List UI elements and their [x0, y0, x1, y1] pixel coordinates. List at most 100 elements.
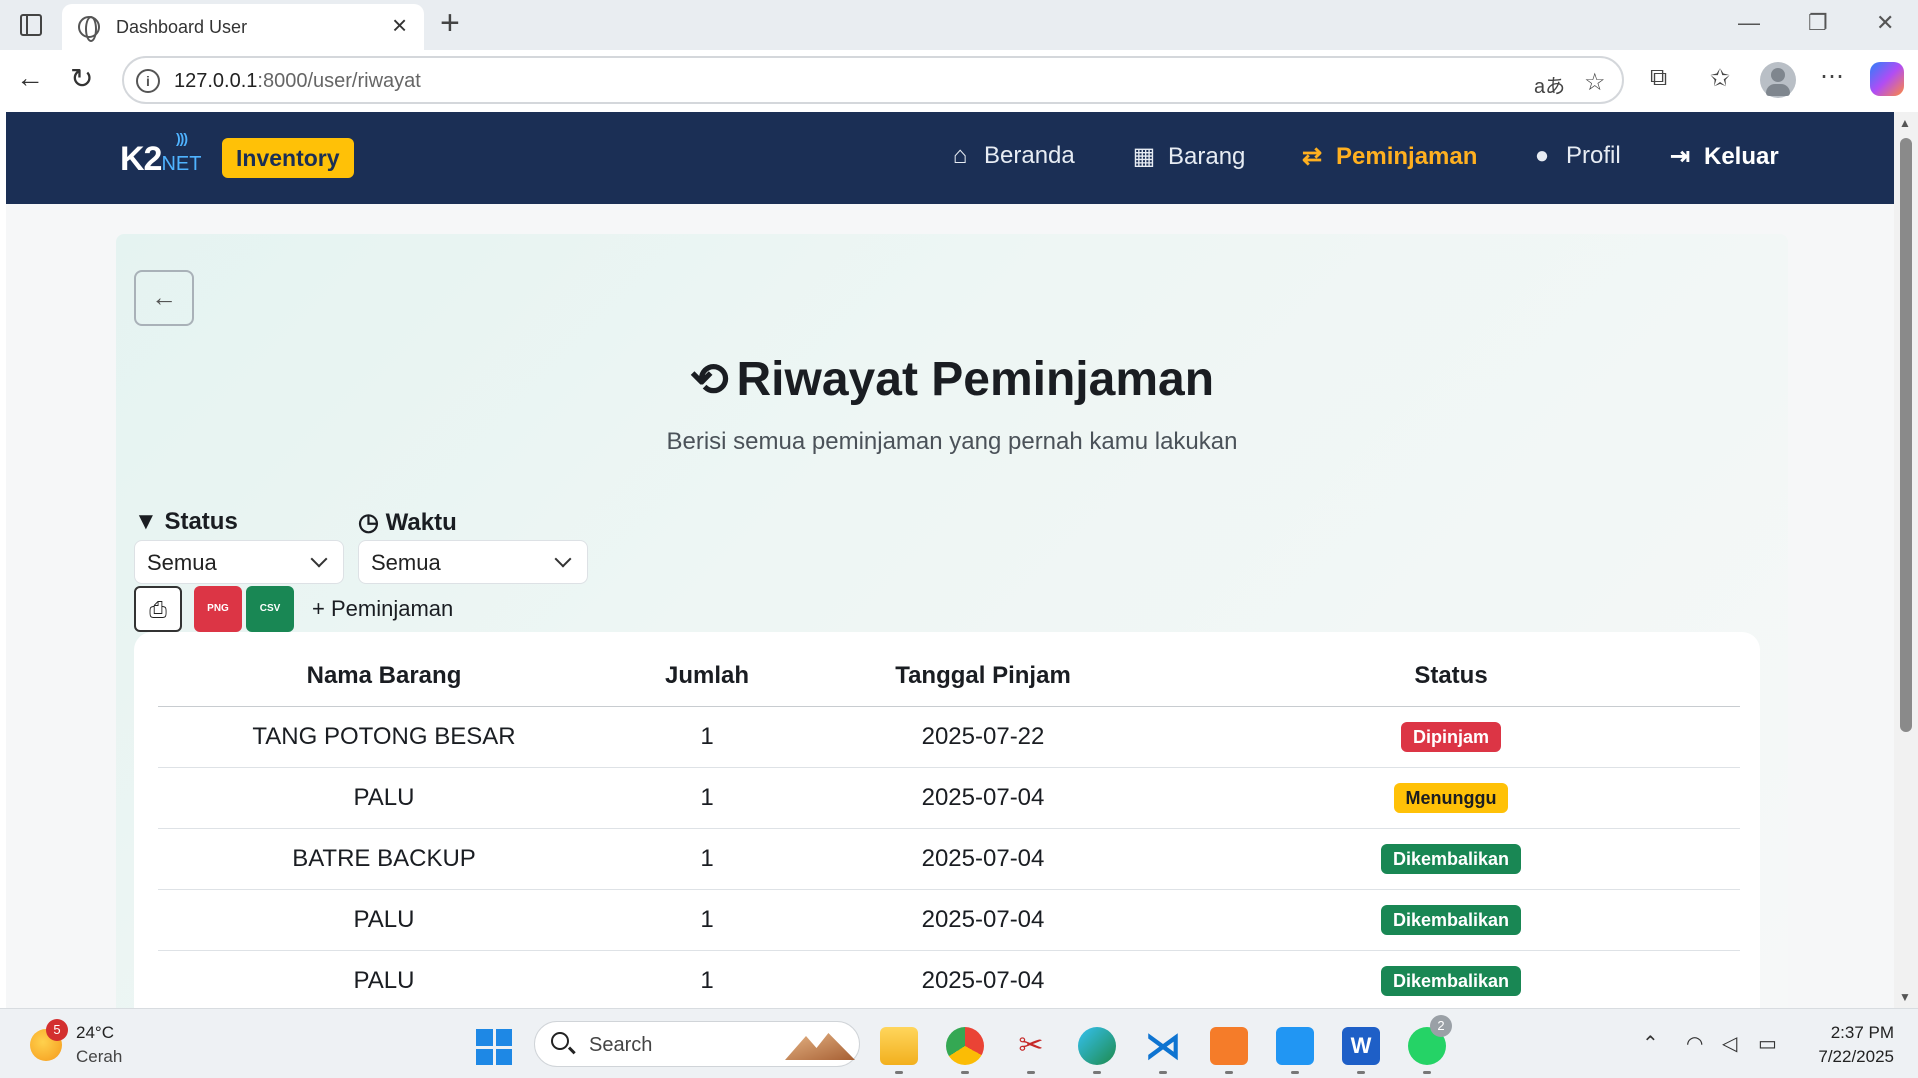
taskbar-clock[interactable]: 2:37 PM 7/22/2025 — [1806, 1023, 1894, 1067]
info-icon[interactable]: i — [136, 69, 160, 93]
table-row: PALU 1 2025-07-04 Dikembalikan — [158, 889, 1740, 951]
back-arrow-icon[interactable]: ← — [16, 62, 44, 94]
cell-status: Dikembalikan — [1162, 828, 1740, 890]
scroll-thumb[interactable] — [1900, 138, 1912, 732]
cell-nama-barang: TANG POTONG BESAR — [158, 706, 610, 768]
nav-barang[interactable]: ▦ Barang — [1130, 142, 1246, 171]
export-png-button[interactable]: PNG — [194, 586, 242, 632]
edge-icon[interactable] — [1078, 1027, 1116, 1065]
riwayat-table: Nama Barang Jumlah Tanggal Pinjam Status… — [158, 646, 1740, 1008]
url-text[interactable]: 127.0.0.1:8000/user/riwayat — [174, 70, 421, 93]
cell-nama-barang: PALU — [158, 889, 610, 951]
boxes-icon: ▦ — [1132, 143, 1156, 170]
file-explorer-icon[interactable] — [880, 1027, 918, 1065]
status-select[interactable]: Semua — [134, 540, 344, 584]
address-bar[interactable]: i 127.0.0.1:8000/user/riwayat aあ ☆ — [122, 56, 1624, 104]
chrome-icon[interactable] — [946, 1027, 984, 1065]
search-icon — [551, 1032, 569, 1050]
xampp-icon[interactable] — [1210, 1027, 1248, 1065]
windows-start-icon[interactable] — [476, 1029, 512, 1065]
export-csv-button[interactable]: CSV — [246, 586, 294, 632]
weather-temperature[interactable]: 24°C — [76, 1023, 114, 1043]
weather-description[interactable]: Cerah — [76, 1047, 122, 1067]
header-tanggal-pinjam[interactable]: Tanggal Pinjam — [804, 646, 1162, 707]
page-scrollbar[interactable]: ▲ ▼ — [1894, 112, 1918, 1008]
favorite-star-icon[interactable]: ☆ — [1584, 68, 1606, 97]
content-card: ← ⟲ Riwayat Peminjaman Berisi semua pemin… — [116, 234, 1788, 1008]
cell-nama-barang: BATRE BACKUP — [158, 828, 610, 890]
cell-nama-barang: PALU — [158, 767, 610, 829]
word-icon[interactable]: W — [1342, 1027, 1380, 1065]
scroll-up-icon[interactable]: ▲ — [1899, 116, 1911, 130]
vscode-icon[interactable]: ⋊ — [1144, 1027, 1182, 1065]
running-indicator — [1159, 1071, 1167, 1074]
cell-jumlah: 1 — [610, 889, 804, 951]
cell-status: Dikembalikan — [1162, 950, 1740, 1008]
refresh-icon[interactable]: ↻ — [70, 62, 93, 95]
cell-tanggal: 2025-07-04 — [804, 767, 1162, 829]
plus-icon: + — [312, 596, 325, 621]
back-button[interactable]: ← — [134, 270, 194, 326]
add-peminjaman-link[interactable]: + Peminjaman — [312, 596, 453, 622]
search-highlight-image — [785, 1033, 855, 1060]
running-indicator — [961, 1071, 969, 1074]
copilot-icon[interactable] — [1870, 62, 1904, 96]
new-tab-icon[interactable]: + — [440, 6, 460, 40]
running-indicator — [1027, 1071, 1035, 1074]
restore-icon[interactable]: ❐ — [1808, 10, 1828, 36]
snipping-tool-icon[interactable]: ✂ — [1012, 1027, 1050, 1065]
profile-avatar[interactable] — [1760, 62, 1796, 98]
riwayat-table-container: Nama Barang Jumlah Tanggal Pinjam Status… — [134, 632, 1760, 1008]
cell-jumlah: 1 — [610, 950, 804, 1008]
wifi-icon[interactable]: ◠ — [1686, 1031, 1703, 1056]
history-icon: ⟲ — [689, 353, 729, 405]
nav-keluar[interactable]: ⇥ Keluar — [1666, 142, 1779, 171]
header-jumlah[interactable]: Jumlah — [610, 646, 804, 707]
browser-tabbar: Dashboard User × + — ❐ ✕ — [0, 0, 1918, 50]
address-toolbar: ← ↻ i 127.0.0.1:8000/user/riwayat aあ ☆ ⧉… — [0, 50, 1918, 112]
cell-jumlah: 1 — [610, 828, 804, 890]
table-row: TANG POTONG BESAR 1 2025-07-22 Dipinjam — [158, 706, 1740, 768]
chevron-down-icon — [554, 550, 572, 568]
cell-tanggal: 2025-07-04 — [804, 950, 1162, 1008]
more-menu-icon[interactable]: ⋯ — [1820, 62, 1844, 91]
taskbar-search[interactable]: Search — [534, 1021, 860, 1067]
nav-profil[interactable]: ● Profil — [1528, 142, 1621, 170]
nav-peminjaman[interactable]: ⇄ Peminjaman — [1298, 142, 1477, 171]
weather-notification-badge: 5 — [46, 1019, 68, 1041]
minimize-icon[interactable]: — — [1738, 10, 1760, 36]
page-viewport: K2NET ))) Inventory ⌂ Beranda ▦ Barang ⇄… — [6, 112, 1894, 1008]
notepad-icon[interactable] — [1276, 1027, 1314, 1065]
waktu-filter-label: ◷ Waktu — [358, 509, 457, 536]
cell-jumlah: 1 — [610, 767, 804, 829]
running-indicator — [1093, 1071, 1101, 1074]
tab-actions-icon[interactable] — [20, 14, 42, 36]
extensions-icon[interactable]: ⧉ — [1650, 64, 1667, 92]
table-header-row: Nama Barang Jumlah Tanggal Pinjam Status — [158, 646, 1740, 707]
browser-tab[interactable]: Dashboard User × — [62, 4, 424, 50]
k2net-logo[interactable]: K2NET ))) — [120, 130, 201, 179]
arrow-left-icon: ← — [151, 282, 177, 312]
header-nama-barang[interactable]: Nama Barang — [158, 646, 610, 707]
close-tab-icon[interactable]: × — [392, 12, 407, 38]
print-button[interactable]: ⎙ — [134, 586, 182, 632]
nav-beranda[interactable]: ⌂ Beranda — [946, 142, 1075, 170]
status-badge: Menunggu — [1393, 782, 1509, 813]
user-icon: ● — [1534, 142, 1550, 169]
scroll-down-icon[interactable]: ▼ — [1899, 990, 1911, 1004]
home-icon: ⌂ — [952, 142, 968, 169]
exchange-icon: ⇄ — [1301, 143, 1323, 170]
cell-status: Dikembalikan — [1162, 889, 1740, 951]
battery-icon[interactable]: ▭ — [1758, 1031, 1777, 1056]
header-status[interactable]: Status — [1162, 646, 1740, 707]
favorites-icon[interactable]: ✩ — [1710, 64, 1730, 93]
cell-status: Dipinjam — [1162, 706, 1740, 768]
chevron-up-icon[interactable]: ⌃ — [1642, 1031, 1659, 1056]
table-row: PALU 1 2025-07-04 Menunggu — [158, 767, 1740, 829]
volume-icon[interactable]: ◁ — [1722, 1031, 1737, 1056]
close-window-icon[interactable]: ✕ — [1876, 10, 1894, 36]
globe-icon — [78, 16, 100, 42]
waktu-select[interactable]: Semua — [358, 540, 588, 584]
cell-tanggal: 2025-07-04 — [804, 828, 1162, 890]
read-aloud-icon[interactable]: aあ — [1534, 70, 1565, 99]
